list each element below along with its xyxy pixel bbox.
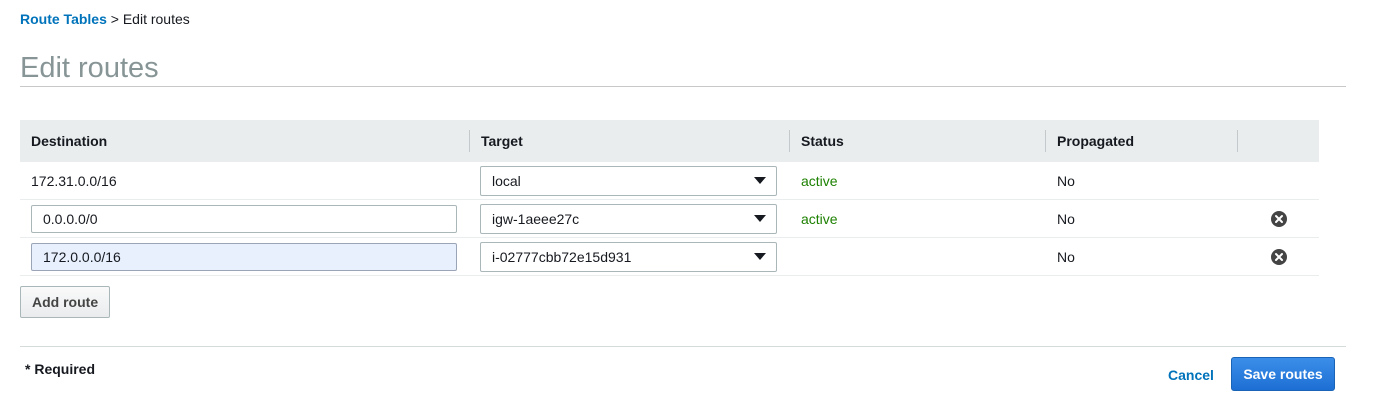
routes-table: Destination Target Status Propagated 172… (20, 120, 1319, 276)
target-cell: i-02777cbb72e15d931 (470, 238, 790, 275)
actions-cell (1238, 162, 1319, 199)
target-select-value: i-02777cbb72e15d931 (492, 248, 632, 265)
propagated-cell: No (1057, 172, 1075, 189)
table-row: 172.31.0.0/16 local active No (20, 162, 1319, 200)
destination-input[interactable] (31, 242, 457, 271)
table-row: i-02777cbb72e15d931 No (20, 238, 1319, 276)
add-route-button[interactable]: Add route (20, 286, 111, 318)
destination-input[interactable] (31, 204, 457, 233)
required-note: * Required (25, 361, 96, 377)
header-status: Status (790, 120, 1046, 162)
remove-circle-icon[interactable] (1270, 248, 1287, 265)
caret-down-icon (754, 253, 766, 260)
actions-cell (1238, 200, 1319, 237)
header-target: Target (470, 120, 790, 162)
table-row: igw-1aeee27c active No (20, 200, 1319, 238)
destination-cell (20, 238, 470, 275)
remove-circle-icon[interactable] (1270, 210, 1287, 227)
breadcrumb-route-tables-link[interactable]: Route Tables (20, 11, 107, 27)
propagated-cell: No (1057, 248, 1075, 265)
cancel-button[interactable]: Cancel (1168, 367, 1214, 383)
caret-down-icon (754, 215, 766, 222)
target-cell: igw-1aeee27c (470, 200, 790, 237)
target-select-value: igw-1aeee27c (492, 210, 580, 227)
title-divider (20, 86, 1346, 87)
target-select[interactable]: local (480, 165, 777, 196)
status-cell (790, 238, 1046, 275)
actions-cell (1238, 238, 1319, 275)
header-actions (1238, 120, 1319, 162)
target-select[interactable]: igw-1aeee27c (480, 203, 777, 234)
table-header: Destination Target Status Propagated (20, 120, 1319, 162)
propagated-cell: No (1057, 210, 1075, 227)
page-title: Edit routes (20, 52, 159, 84)
caret-down-icon (754, 177, 766, 184)
breadcrumb-current: Edit routes (122, 11, 190, 27)
target-select[interactable]: i-02777cbb72e15d931 (480, 241, 777, 272)
target-cell: local (470, 162, 790, 199)
header-propagated: Propagated (1046, 120, 1238, 162)
breadcrumb: Route Tables > Edit routes (20, 11, 190, 27)
target-select-value: local (492, 172, 521, 189)
header-destination: Destination (20, 120, 470, 162)
destination-cell (20, 200, 470, 237)
status-cell: active (801, 172, 838, 189)
breadcrumb-separator: > (106, 11, 123, 27)
footer-divider (20, 346, 1346, 347)
save-routes-button[interactable]: Save routes (1231, 357, 1335, 391)
status-cell: active (801, 210, 838, 227)
destination-cell: 172.31.0.0/16 (31, 172, 117, 189)
